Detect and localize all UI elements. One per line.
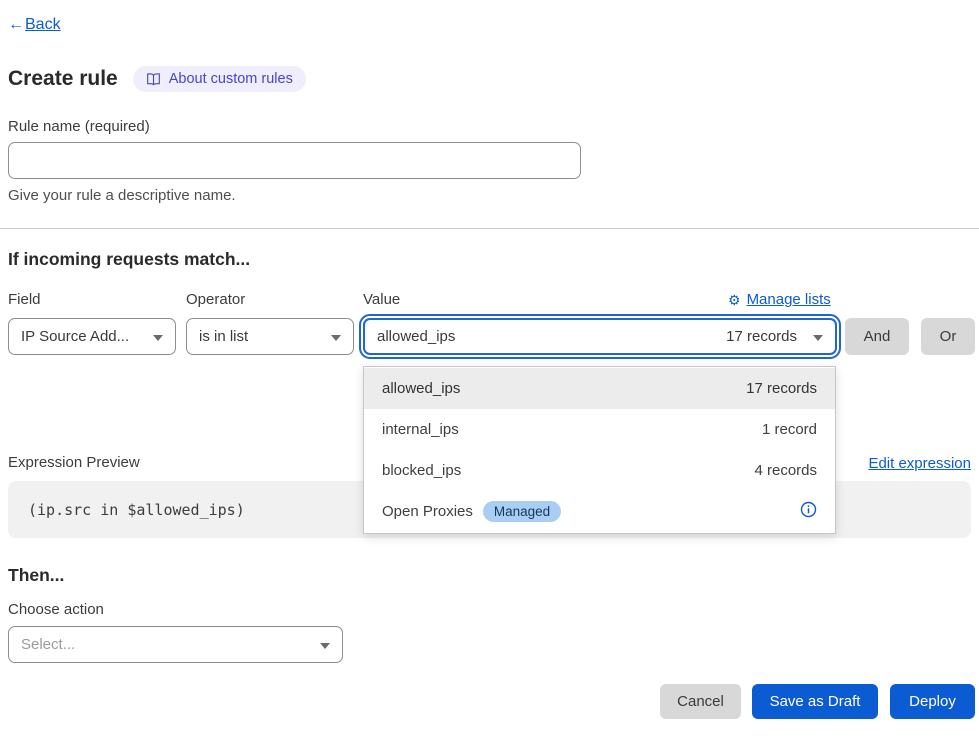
create-rule-page: ←Back Create rule About custom rules Rul… [0, 0, 979, 739]
list-item-name: internal_ips [382, 421, 459, 438]
manage-lists-label: Manage lists [747, 291, 831, 308]
list-item-name: blocked_ips [382, 462, 461, 479]
rule-name-input[interactable] [8, 142, 581, 179]
action-select-placeholder: Select... [21, 636, 75, 653]
chevron-down-icon [320, 636, 330, 653]
field-select-value: IP Source Add... [21, 328, 129, 345]
list-item-meta: 1 record [762, 421, 817, 438]
list-item-allowed-ips[interactable]: allowed_ips 17 records [364, 368, 835, 409]
list-item-meta: 4 records [754, 462, 817, 479]
about-custom-rules-label: About custom rules [169, 71, 293, 87]
value-dropdown-panel: allowed_ips 17 records internal_ips 1 re… [363, 366, 836, 534]
action-select[interactable]: Select... [8, 626, 343, 663]
info-icon[interactable] [800, 501, 817, 522]
list-item-meta: 17 records [746, 380, 817, 397]
or-button[interactable]: Or [921, 318, 975, 355]
value-select[interactable]: allowed_ips 17 records [363, 318, 837, 355]
list-item-name: Open Proxies [382, 503, 473, 520]
list-item-name: allowed_ips [382, 380, 460, 397]
operator-label: Operator [186, 291, 245, 308]
expression-preview-label: Expression Preview [8, 454, 140, 471]
manage-lists-link[interactable]: ⚙ Manage lists [728, 291, 831, 308]
match-section-heading: If incoming requests match... [8, 249, 250, 270]
title-row: Create rule About custom rules [8, 66, 306, 92]
section-divider [0, 228, 979, 229]
value-select-meta: 17 records [726, 328, 797, 345]
and-button[interactable]: And [845, 318, 909, 355]
operator-select[interactable]: is in list [186, 318, 354, 355]
save-as-draft-button[interactable]: Save as Draft [752, 684, 878, 719]
list-item-open-proxies[interactable]: Open Proxies Managed [364, 491, 835, 532]
gear-icon: ⚙ [728, 293, 741, 307]
value-select-value: allowed_ips [377, 328, 455, 345]
then-section-heading: Then... [8, 565, 64, 586]
rule-name-helper: Give your rule a descriptive name. [8, 187, 236, 204]
book-icon [146, 72, 161, 87]
back-link-label: Back [25, 16, 61, 33]
rule-name-label: Rule name (required) [8, 118, 150, 135]
choose-action-label: Choose action [8, 601, 104, 618]
chevron-down-icon [813, 328, 823, 345]
expression-code: (ip.src in $allowed_ips) [28, 501, 245, 519]
list-item-blocked-ips[interactable]: blocked_ips 4 records [364, 450, 835, 491]
back-arrow-icon: ← [8, 16, 24, 33]
back-link[interactable]: ←Back [8, 16, 61, 34]
chevron-down-icon [331, 328, 341, 345]
cancel-button[interactable]: Cancel [660, 684, 741, 719]
edit-expression-link[interactable]: Edit expression [868, 455, 971, 472]
operator-select-value: is in list [199, 328, 248, 345]
field-select[interactable]: IP Source Add... [8, 318, 176, 355]
managed-badge: Managed [483, 501, 561, 522]
value-label: Value [363, 291, 400, 308]
chevron-down-icon [153, 328, 163, 345]
field-label: Field [8, 291, 41, 308]
deploy-button[interactable]: Deploy [890, 684, 975, 719]
page-title: Create rule [8, 67, 118, 91]
about-custom-rules-link[interactable]: About custom rules [133, 66, 306, 92]
list-item-internal-ips[interactable]: internal_ips 1 record [364, 409, 835, 450]
